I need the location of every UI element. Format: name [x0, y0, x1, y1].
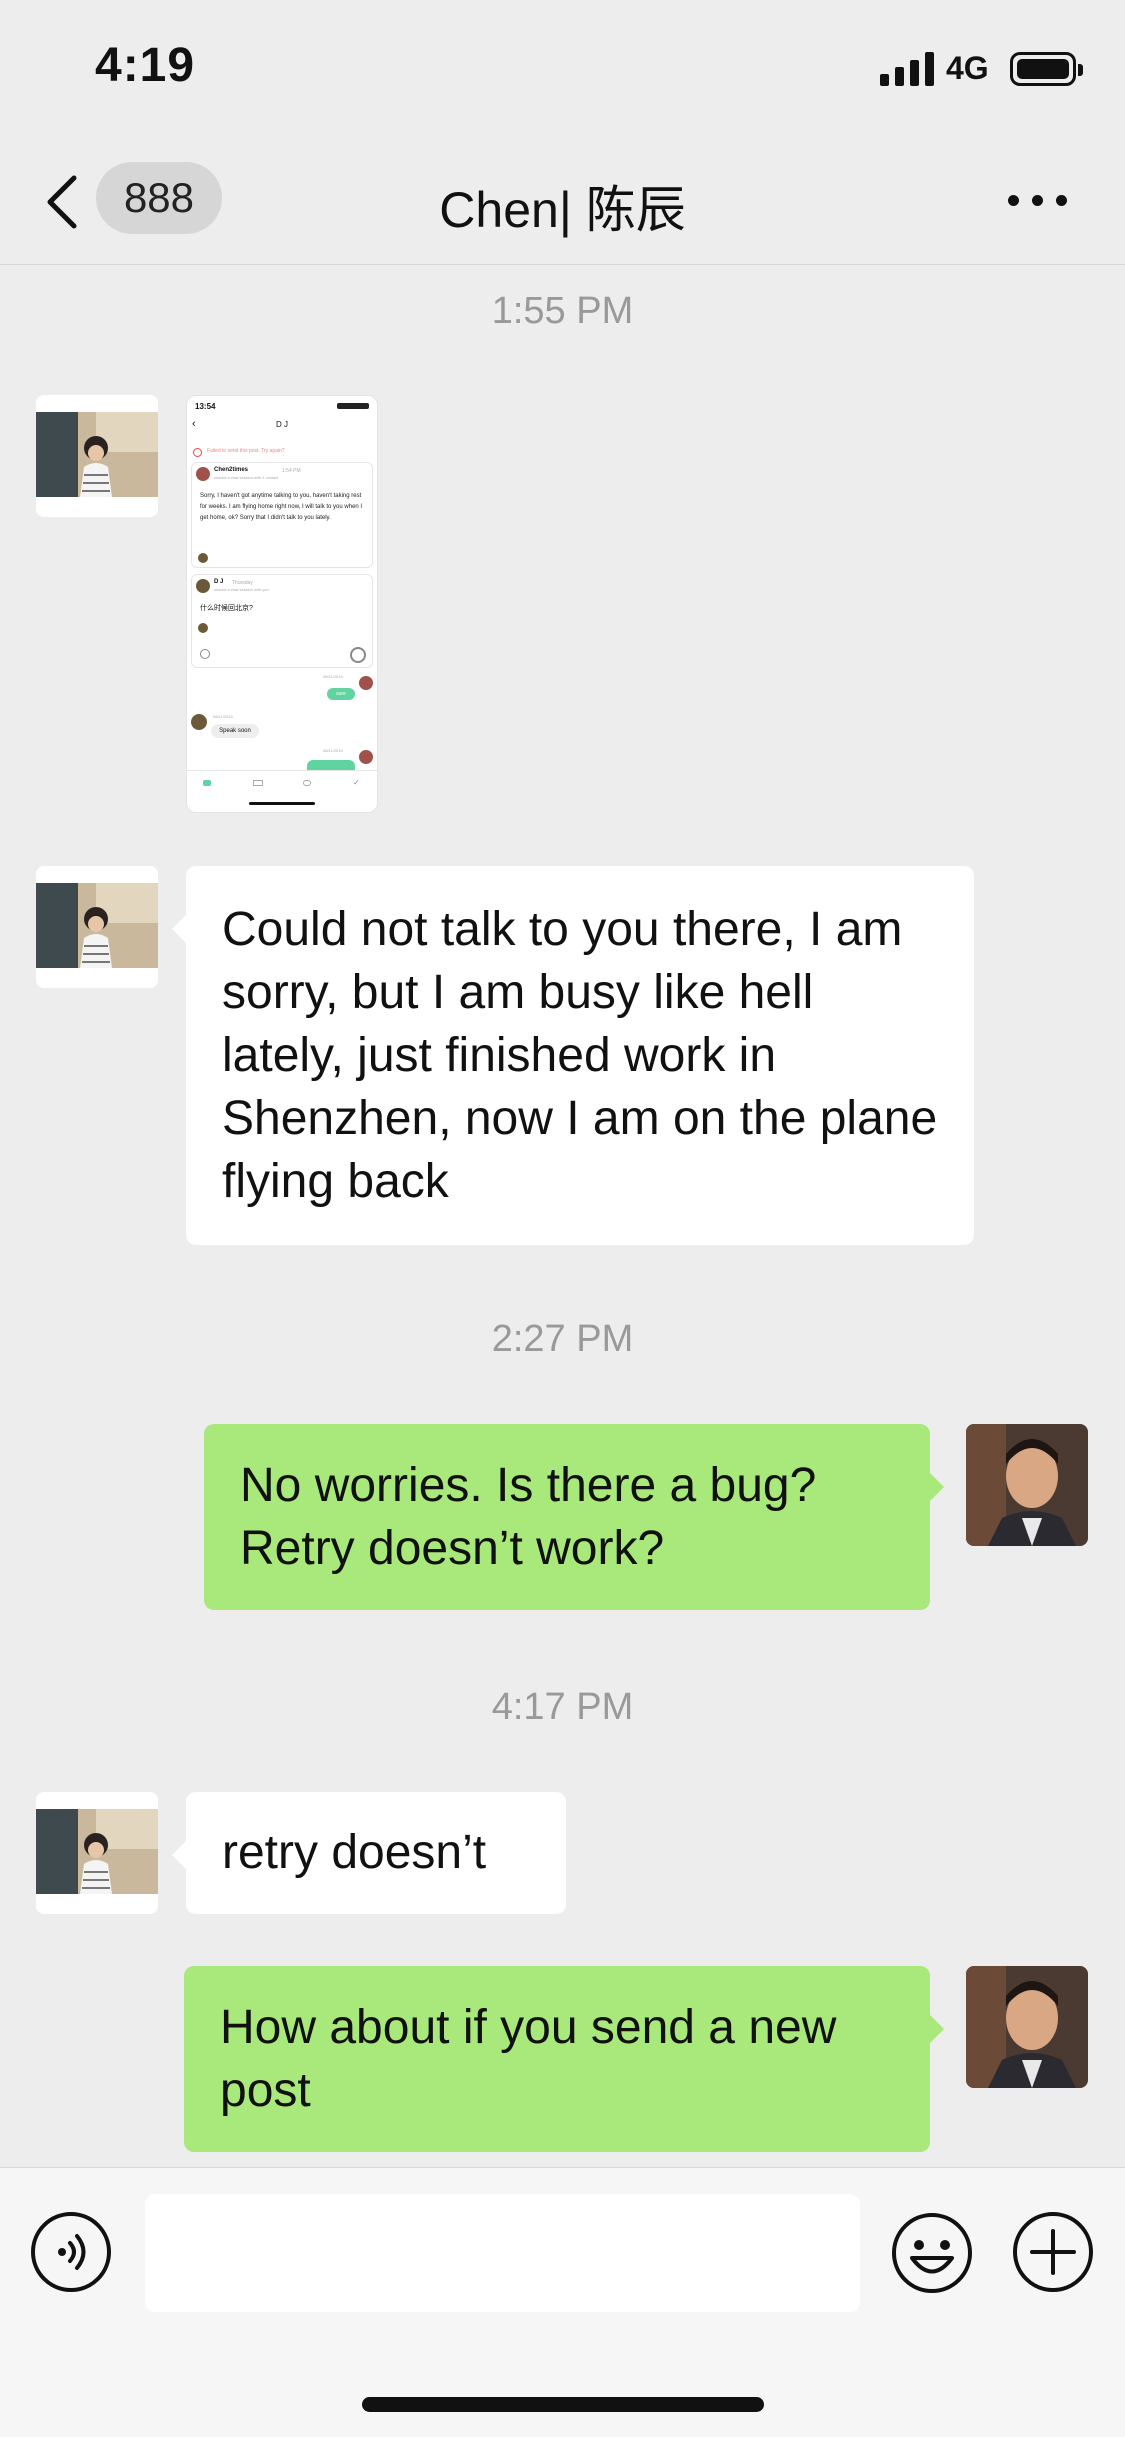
message-text: Could not talk to you there, I am sorry,… [222, 903, 938, 1208]
message-text: No worries. Is there a bug? Retry doesn’… [240, 1459, 817, 1575]
thumb-post2-author: D J [214, 579, 224, 585]
timestamp: 1:55 PM [491, 290, 634, 332]
my-avatar[interactable] [966, 1424, 1088, 1546]
avatar[interactable] [36, 866, 158, 988]
thumb-date: 08/11/2019 [323, 674, 343, 679]
thumb-time: 13:54 [195, 402, 216, 411]
message-input[interactable] [145, 2194, 860, 2312]
message-text: How about if you send a new post [220, 2001, 837, 2117]
thumb-post1-author: Chen2times [214, 467, 249, 473]
plus-button[interactable] [1012, 2211, 1094, 2293]
thumb-error-icon [193, 448, 202, 457]
thumb-post2-text: 什么时候回北京? [200, 605, 253, 612]
received-message[interactable]: Could not talk to you there, I am sorry,… [172, 866, 974, 1245]
avatar[interactable] [36, 395, 158, 517]
battery-icon [1010, 52, 1083, 86]
signal-icon [880, 52, 936, 86]
thumb-sent-bubble: sure [327, 688, 355, 700]
voice-icon [31, 2212, 111, 2292]
thumb-received-bubble: Speak soon [211, 724, 259, 738]
back-chevron-icon [47, 175, 77, 229]
chat-header: Chen| 陈辰 888 [0, 140, 1125, 265]
thumb-post1-time: 1:54 PM [282, 468, 301, 474]
more-icon [1008, 195, 1019, 206]
unread-count-badge[interactable]: 888 [96, 162, 222, 234]
status-time: 4:19 [95, 39, 196, 92]
back-button[interactable] [40, 170, 90, 234]
thumb-post2-sub: shared a chat session with you [214, 587, 269, 592]
screenshot-thumbnail[interactable]: 13:54 ‹ D J Failed to send this post. Tr… [186, 395, 378, 813]
plus-icon [1013, 2212, 1093, 2292]
thumb-post1-sub: shared a chat session with 1 contact [214, 475, 279, 480]
more-button[interactable] [1008, 190, 1068, 210]
thumb-date: 08/11/2019 [323, 748, 343, 753]
thumb-status-icons [337, 403, 369, 409]
avatar[interactable] [36, 1792, 158, 1914]
thumb-header-title: D J [276, 420, 288, 429]
thumb-error-text: Failed to send this post. Try again? [207, 448, 285, 454]
home-indicator[interactable] [362, 2397, 764, 2412]
network-label: 4G [946, 50, 989, 86]
received-message[interactable]: retry doesn’t [172, 1792, 566, 1914]
timestamp: 2:27 PM [491, 1318, 634, 1360]
voice-button[interactable] [30, 2211, 112, 2293]
thumb-post1-text: Sorry, I haven't got anytime talking to … [200, 493, 363, 521]
sent-message[interactable]: No worries. Is there a bug? Retry doesn’… [204, 1424, 944, 1610]
timestamp: 4:17 PM [491, 1686, 634, 1728]
thumb-date: 08/11/2019 [213, 714, 233, 719]
thumb-post2-time: Thursday [232, 580, 253, 586]
sent-message[interactable]: How about if you send a new post [184, 1966, 944, 2152]
status-bar: 4:19 4G [0, 0, 1125, 140]
emoji-icon [892, 2213, 972, 2293]
emoji-button[interactable] [890, 2211, 974, 2295]
my-avatar[interactable] [966, 1966, 1088, 2088]
message-text: retry doesn’t [222, 1826, 487, 1879]
